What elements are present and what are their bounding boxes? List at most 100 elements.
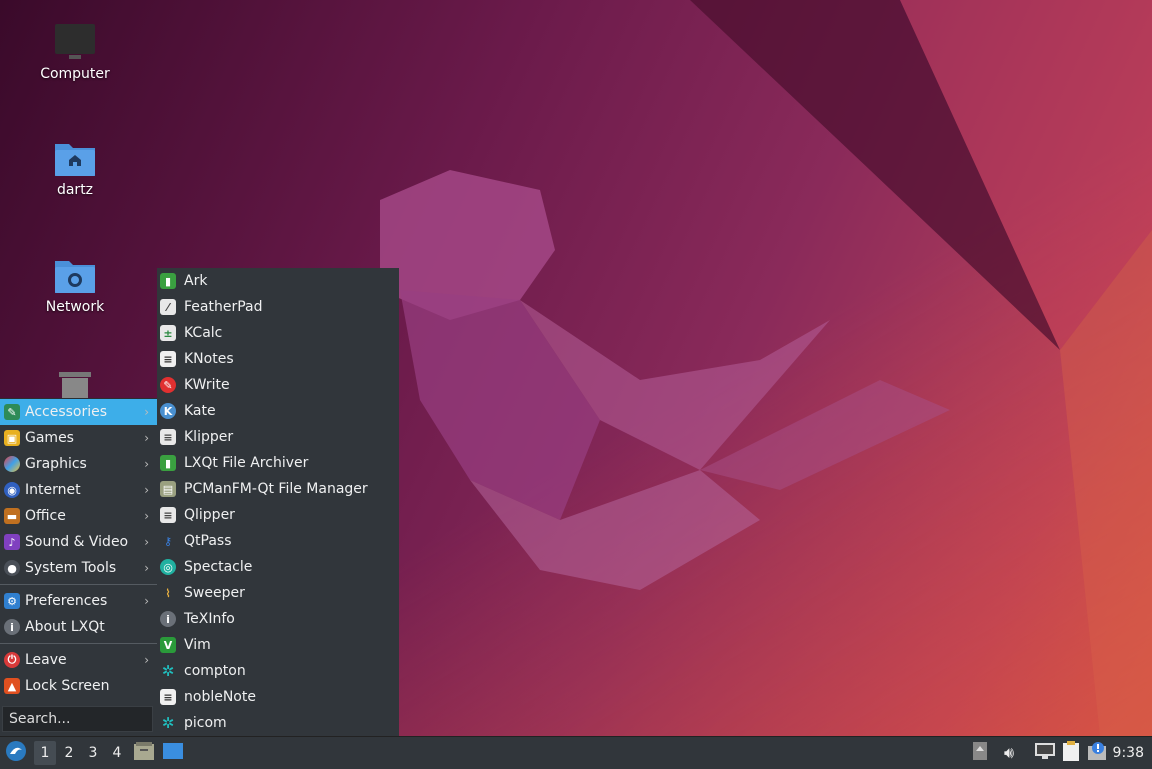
- desktop-switch-2[interactable]: 2: [58, 741, 80, 765]
- tray-removable-drive[interactable]: [970, 741, 990, 765]
- menu-item-sound-video[interactable]: ♪ Sound & Video ›: [0, 529, 157, 555]
- chevron-right-icon: ›: [144, 509, 149, 523]
- desktop-switch-4[interactable]: 4: [106, 741, 128, 765]
- spectacle-icon: ◎: [160, 559, 176, 575]
- start-menu-button[interactable]: [4, 741, 28, 765]
- submenu-item-noblenote[interactable]: ≡ nobleNote: [157, 684, 399, 710]
- menu-item-office[interactable]: ▬ Office ›: [0, 503, 157, 529]
- submenu-item-label: LXQt File Archiver: [184, 455, 309, 471]
- tray-volume[interactable]: 🔊︎: [998, 741, 1020, 765]
- chevron-right-icon: ›: [144, 457, 149, 471]
- quicklaunch-file-manager[interactable]: [133, 741, 155, 765]
- tray-update-notifier[interactable]: [1087, 741, 1109, 765]
- submenu-item-qlipper[interactable]: ≡ Qlipper: [157, 502, 399, 528]
- menu-item-label: System Tools: [25, 560, 117, 576]
- submenu-item-kate[interactable]: K Kate: [157, 398, 399, 424]
- menu-item-label: Accessories: [25, 404, 108, 420]
- desktop-icon-label: Computer: [40, 66, 110, 82]
- submenu-item-lxqt-archiver[interactable]: ▮ LXQt File Archiver: [157, 450, 399, 476]
- desktop-number: 2: [64, 745, 74, 761]
- desktop-number: 4: [112, 745, 122, 761]
- submenu-item-knotes[interactable]: ≡ KNotes: [157, 346, 399, 372]
- menu-item-internet[interactable]: ◉ Internet ›: [0, 477, 157, 503]
- clock-time: 9:38: [1112, 745, 1144, 761]
- desktop-number: 1: [40, 745, 50, 761]
- menu-item-label: About LXQt: [25, 619, 105, 635]
- system-tools-icon: ●: [4, 560, 20, 576]
- chevron-right-icon: ›: [144, 431, 149, 445]
- menu-separator: [0, 643, 157, 644]
- home-folder-icon: [55, 140, 95, 176]
- accessories-icon: ✎: [4, 404, 20, 420]
- desktop-icon-computer[interactable]: Computer: [20, 24, 130, 82]
- submenu-item-kcalc[interactable]: ± KCalc: [157, 320, 399, 346]
- submenu-item-pcmanfm[interactable]: ▤ PCManFM-Qt File Manager: [157, 476, 399, 502]
- sound-video-icon: ♪: [4, 534, 20, 550]
- submenu-item-klipper[interactable]: ≡ Klipper: [157, 424, 399, 450]
- knotes-icon: ≡: [160, 351, 176, 367]
- noblenote-icon: ≡: [160, 689, 176, 705]
- menu-item-label: Games: [25, 430, 74, 446]
- submenu-item-label: KNotes: [184, 351, 234, 367]
- taskbar-clock[interactable]: 9:38: [1113, 741, 1144, 765]
- desktop-icon-label: dartz: [56, 182, 94, 198]
- menu-item-leave[interactable]: ⏻ Leave ›: [0, 647, 157, 673]
- featherpad-icon: ⁄: [160, 299, 176, 315]
- submenu-item-kwrite[interactable]: ✎ KWrite: [157, 372, 399, 398]
- menu-item-label: Office: [25, 508, 66, 524]
- quicklaunch-show-desktop[interactable]: [162, 741, 184, 765]
- submenu-item-label: FeatherPad: [184, 299, 263, 315]
- network-status-icon: [1035, 743, 1055, 763]
- compton-icon: ✲: [161, 662, 175, 680]
- info-icon: i: [4, 619, 20, 635]
- menu-item-label: Leave: [25, 652, 67, 668]
- submenu-item-label: Qlipper: [184, 507, 235, 523]
- menu-item-system-tools[interactable]: ● System Tools ›: [0, 555, 157, 581]
- menu-item-about[interactable]: i About LXQt: [0, 614, 157, 640]
- tray-network[interactable]: [1034, 741, 1056, 765]
- submenu-item-label: compton: [184, 663, 246, 679]
- menu-item-lock-screen[interactable]: ▲ Lock Screen: [0, 673, 157, 699]
- menu-search-input[interactable]: [2, 706, 153, 732]
- desktop-icon-home[interactable]: dartz: [20, 140, 130, 198]
- submenu-item-texinfo[interactable]: i TeXInfo: [157, 606, 399, 632]
- menu-item-preferences[interactable]: ⚙ Preferences ›: [0, 588, 157, 614]
- submenu-item-featherpad[interactable]: ⁄ FeatherPad: [157, 294, 399, 320]
- menu-separator: [0, 584, 157, 585]
- desktop-icon-network[interactable]: Network: [20, 257, 130, 315]
- submenu-item-sweeper[interactable]: ⌇ Sweeper: [157, 580, 399, 606]
- klipper-icon: ≡: [160, 429, 176, 445]
- texinfo-icon: i: [160, 611, 176, 627]
- chevron-right-icon: ›: [144, 561, 149, 575]
- graphics-icon: [4, 456, 20, 472]
- menu-item-games[interactable]: ▣ Games ›: [0, 425, 157, 451]
- menu-item-accessories[interactable]: ✎ Accessories ›: [0, 399, 157, 425]
- submenu-item-label: Klipper: [184, 429, 234, 445]
- archiver-icon: ▮: [160, 455, 176, 471]
- submenu-item-label: QtPass: [184, 533, 232, 549]
- submenu-item-label: Sweeper: [184, 585, 245, 601]
- submenu-item-spectacle[interactable]: ◎ Spectacle: [157, 554, 399, 580]
- menu-item-graphics[interactable]: Graphics ›: [0, 451, 157, 477]
- desktop-switch-1[interactable]: 1: [34, 741, 56, 765]
- qtpass-icon: ⚷: [163, 534, 173, 548]
- kcalc-icon: ±: [160, 325, 176, 341]
- accessories-submenu: ▮ Ark ⁄ FeatherPad ± KCalc ≡ KNotes ✎ KW…: [157, 268, 399, 736]
- submenu-item-label: Kate: [184, 403, 216, 419]
- submenu-item-ark[interactable]: ▮ Ark: [157, 268, 399, 294]
- update-notifier-icon: [1088, 742, 1108, 764]
- submenu-item-label: TeXInfo: [184, 611, 235, 627]
- submenu-item-picom[interactable]: ✲ picom: [157, 710, 399, 736]
- submenu-item-vim[interactable]: V Vim: [157, 632, 399, 658]
- power-icon: ⏻: [4, 652, 20, 668]
- games-icon: ▣: [4, 430, 20, 446]
- submenu-item-label: KCalc: [184, 325, 223, 341]
- submenu-item-compton[interactable]: ✲ compton: [157, 658, 399, 684]
- desktop-switch-3[interactable]: 3: [82, 741, 104, 765]
- submenu-item-qtpass[interactable]: ⚷ QtPass: [157, 528, 399, 554]
- tray-clipboard[interactable]: [1061, 741, 1083, 765]
- clipboard-icon: [1063, 741, 1081, 765]
- application-menu: ✎ Accessories › ▣ Games › Graphics › ◉ I…: [0, 398, 157, 737]
- chevron-right-icon: ›: [144, 594, 149, 608]
- lock-icon: ▲: [4, 678, 20, 694]
